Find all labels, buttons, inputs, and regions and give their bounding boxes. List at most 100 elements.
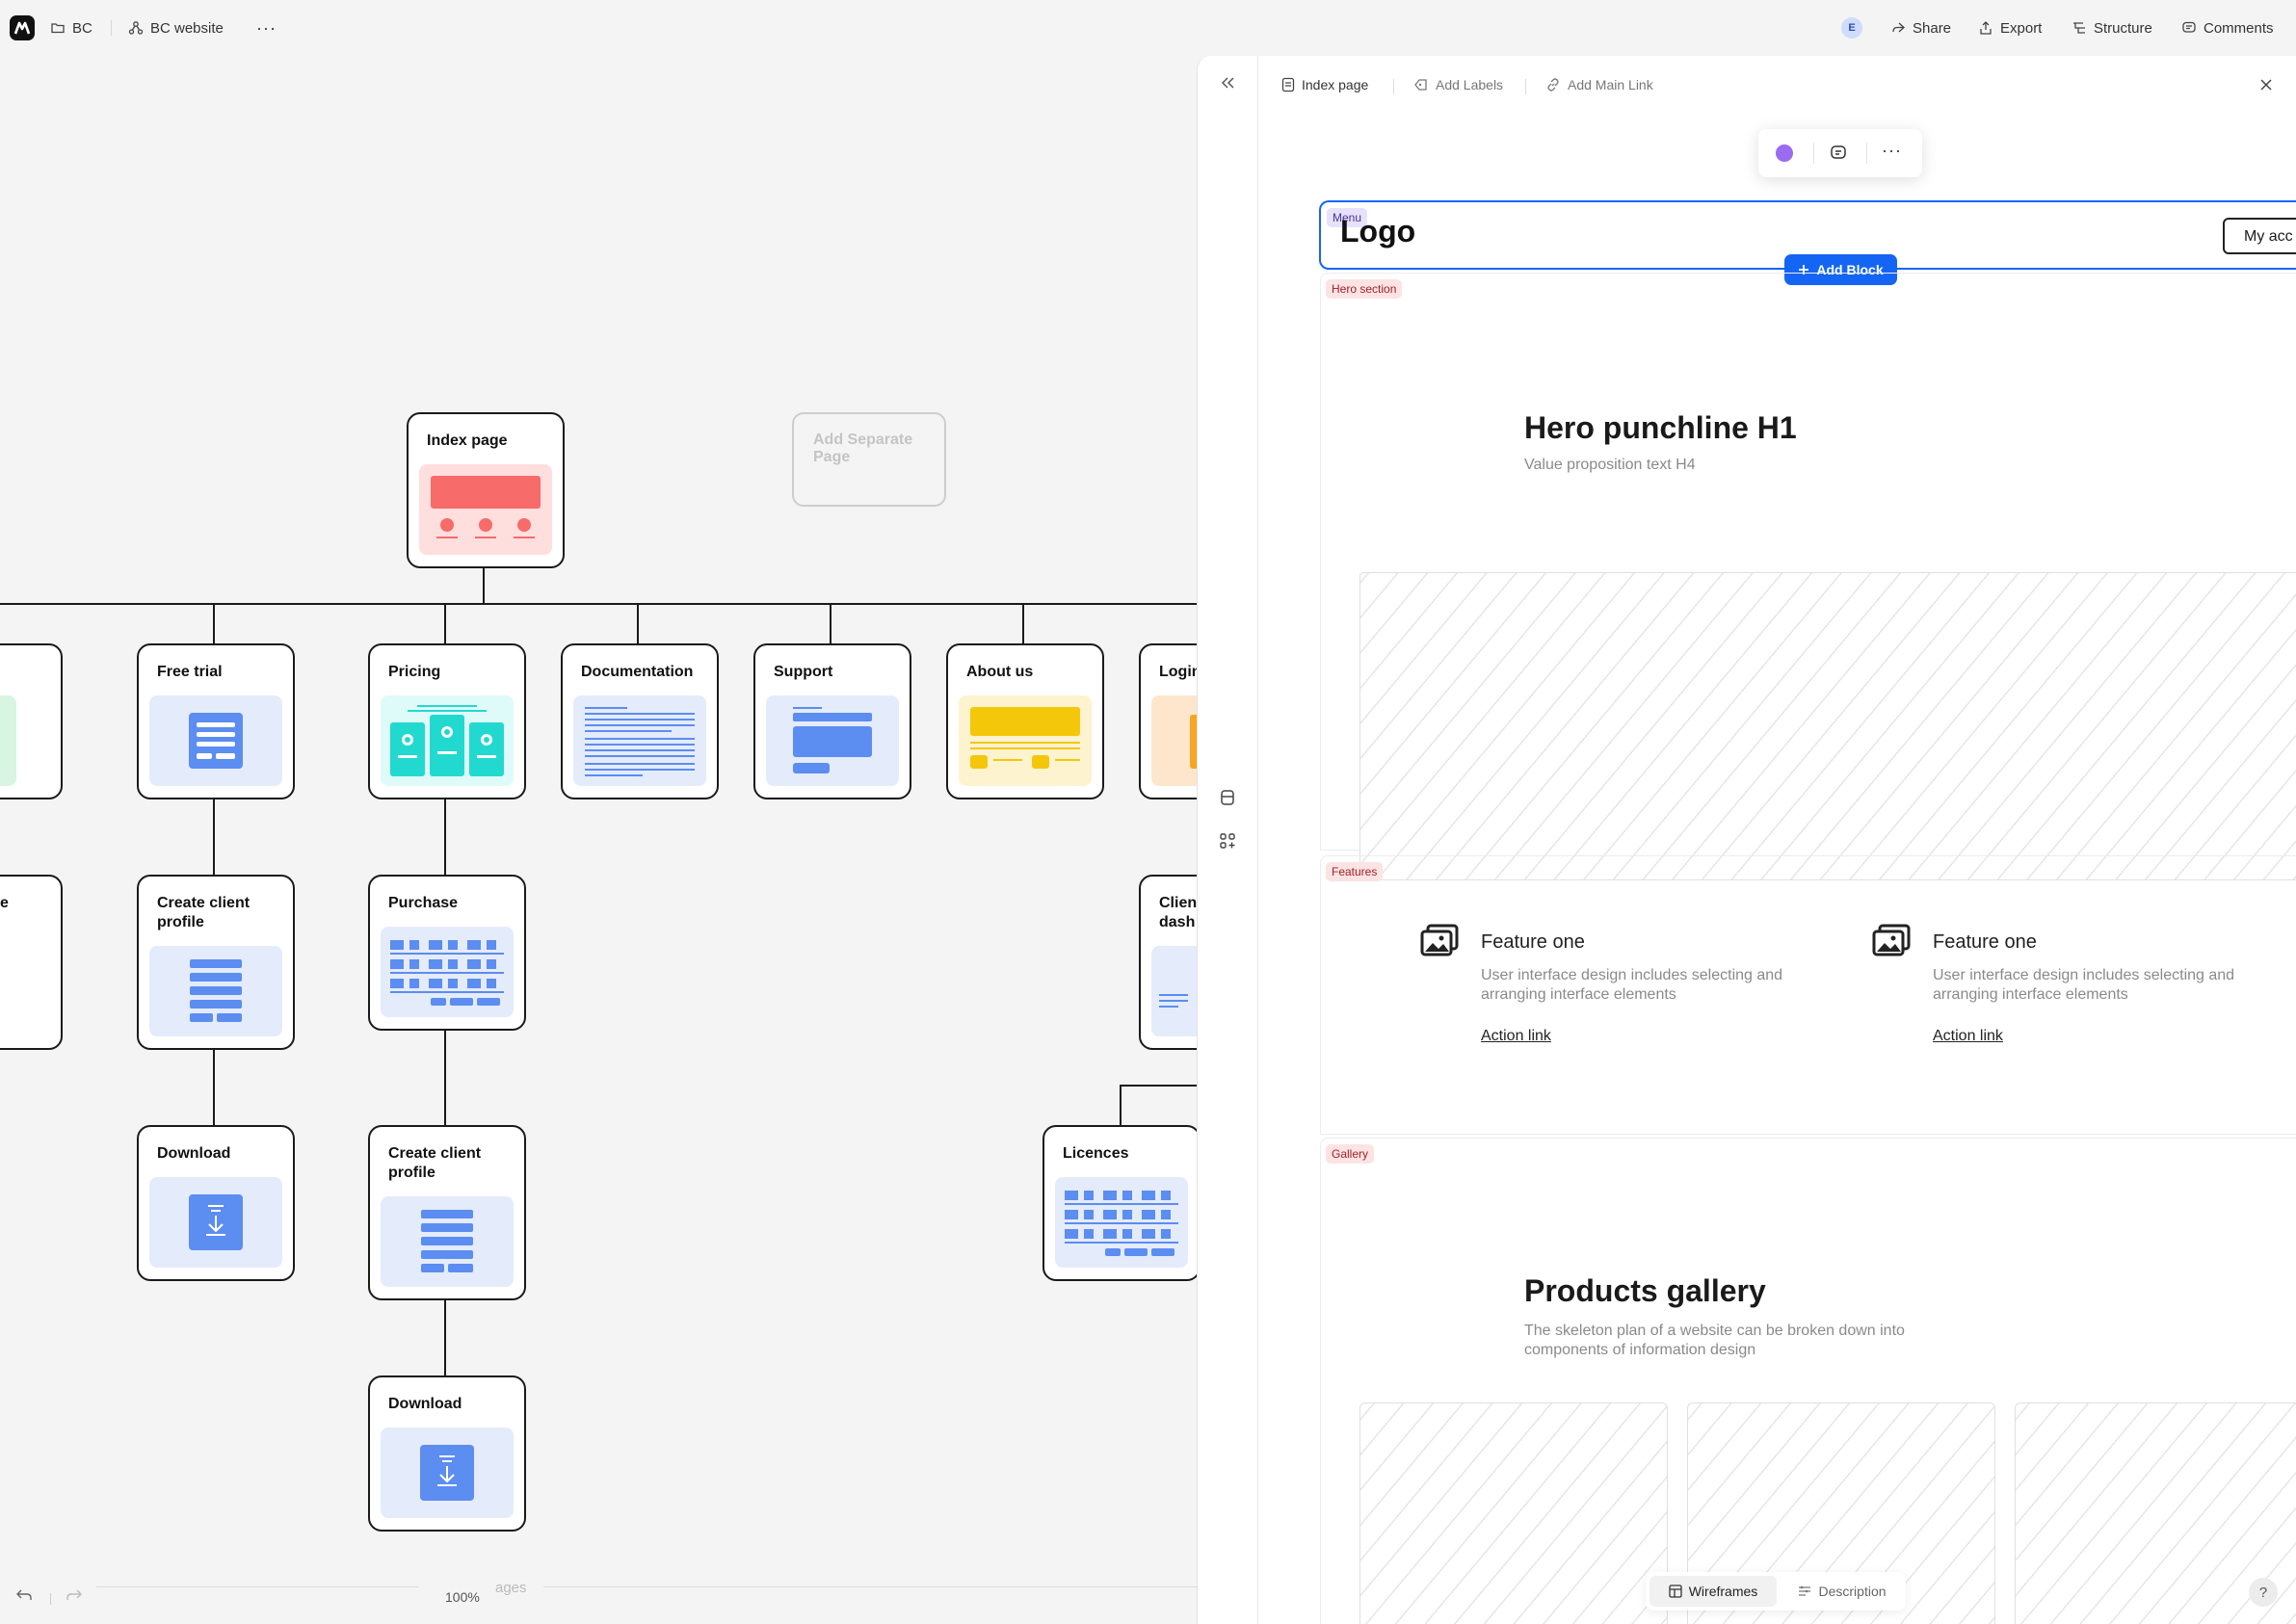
download-thumbnail <box>381 1428 514 1518</box>
redo-button[interactable] <box>66 1587 83 1603</box>
view-switcher: Wireframes Description <box>1646 1572 1906 1611</box>
sitemap-canvas[interactable]: Index page Add Separate Page e Free tria… <box>0 56 1197 1624</box>
redo-icon <box>66 1589 82 1600</box>
block-color-button[interactable] <box>1776 144 1793 162</box>
node-create-client-profile[interactable]: Create client profile <box>368 1125 526 1300</box>
add-main-link-label: Add Main Link <box>1568 77 1653 92</box>
collapse-button[interactable] <box>1219 75 1236 91</box>
login-thumbnail <box>1151 695 1197 786</box>
node-title: Licences <box>1063 1145 1129 1162</box>
node-create-client-profile[interactable]: Create client profile <box>137 875 295 1050</box>
hero-image-placeholder <box>1359 572 2296 880</box>
block-more-button[interactable]: ··· <box>1882 141 1902 161</box>
page-icon <box>1281 77 1295 92</box>
breadcrumb-project[interactable]: BC website <box>128 0 224 56</box>
add-main-link-button[interactable]: Add Main Link <box>1545 77 1653 92</box>
share-icon <box>1892 22 1905 33</box>
description-icon <box>1799 1585 1811 1596</box>
print-button[interactable] <box>1219 789 1236 806</box>
comment-icon <box>2182 21 2196 33</box>
hero-title: Hero punchline H1 <box>1524 410 1797 445</box>
add-widget-button[interactable] <box>1219 832 1236 850</box>
breadcrumb-folder[interactable]: BC <box>50 0 92 56</box>
hero-badge: Hero section <box>1326 279 1403 299</box>
node-licences[interactable]: Licences <box>1042 1125 1197 1281</box>
gallery-badge: Gallery <box>1326 1144 1375 1164</box>
app-logo[interactable] <box>10 0 35 56</box>
node-download[interactable]: Download <box>368 1375 526 1532</box>
tab-index-page[interactable]: Index page <box>1281 77 1368 92</box>
feature-description: User interface design includes selecting… <box>1481 967 1783 1003</box>
gallery-section[interactable]: Gallery Products gallery The skeleton pl… <box>1320 1138 2296 1624</box>
add-labels-button[interactable]: Add Labels <box>1413 77 1503 92</box>
add-widget-icon <box>1220 833 1235 849</box>
export-icon <box>1980 21 1992 35</box>
export-button[interactable]: Export <box>1978 0 2042 56</box>
node-partial-left-2[interactable]: e <box>0 875 63 1050</box>
share-button[interactable]: Share <box>1890 0 1951 56</box>
node-pricing[interactable]: Pricing <box>368 643 526 799</box>
pricing-thumbnail <box>381 695 514 786</box>
comment-block-button[interactable] <box>1830 144 1847 162</box>
structure-button[interactable]: Structure <box>2072 0 2152 56</box>
node-download[interactable]: Download <box>137 1125 295 1281</box>
hero-section[interactable]: Hero section Hero punchline H1 Value pro… <box>1320 273 2296 880</box>
support-thumbnail <box>766 695 899 786</box>
node-login[interactable]: Login <box>1139 643 1197 799</box>
node-title: Free trial <box>157 664 223 680</box>
gallery-description: The skeleton plan of a website can be br… <box>1524 1323 1905 1358</box>
text-thumbnail <box>573 695 706 786</box>
image-icon <box>1420 924 1459 956</box>
feature-action-link[interactable]: Action link <box>1933 1028 2003 1045</box>
undo-icon <box>16 1589 32 1600</box>
folder-icon <box>51 23 65 34</box>
green-thumbnail <box>0 695 16 786</box>
feature-image-icon <box>1872 924 1911 956</box>
add-labels-label: Add Labels <box>1436 77 1504 92</box>
print-icon <box>1221 790 1234 805</box>
my-account-button[interactable]: My acc <box>2223 218 2296 254</box>
link-icon <box>1547 78 1559 92</box>
gallery-image-placeholder <box>1359 1402 1668 1624</box>
node-title: Create client profile <box>388 1145 482 1181</box>
node-title: Index page <box>427 432 508 449</box>
tab-description[interactable]: Description <box>1783 1576 1901 1607</box>
close-icon <box>2260 79 2272 91</box>
help-button[interactable]: ? <box>2249 1578 2278 1607</box>
chat-icon <box>1831 145 1846 159</box>
feature-title: Feature one <box>1933 931 2037 953</box>
node-documentation[interactable]: Documentation <box>561 643 719 799</box>
table-thumbnail <box>1055 1177 1188 1268</box>
share-label: Share <box>1913 19 1952 37</box>
features-section[interactable]: Features Feature one User interface desi… <box>1320 855 2296 1135</box>
close-panel-button[interactable] <box>2258 77 2274 92</box>
avatar-initial: E <box>1841 17 1862 39</box>
project-name: BC website <box>150 19 224 37</box>
table-thumbnail <box>381 927 514 1017</box>
hero-subtitle: Value proposition text H4 <box>1524 457 1696 473</box>
node-partial-left[interactable] <box>0 643 63 799</box>
description-label: Description <box>1818 1584 1887 1599</box>
avatar[interactable]: E <box>1841 0 1862 56</box>
node-title: Login <box>1159 664 1197 680</box>
add-separate-page-button[interactable]: Add Separate Page <box>792 412 946 507</box>
node-title: Client dash <box>1159 895 1197 930</box>
tab-label: Index page <box>1302 77 1369 92</box>
node-client-dashboard[interactable]: Client dash <box>1139 875 1197 1050</box>
node-title: Purchase <box>388 895 459 911</box>
node-about-us[interactable]: About us <box>946 643 1104 799</box>
tab-wireframes[interactable]: Wireframes <box>1649 1576 1777 1607</box>
undo-button[interactable] <box>15 1587 33 1603</box>
node-free-trial[interactable]: Free trial <box>137 643 295 799</box>
node-title: Documentation <box>581 664 694 680</box>
comments-button[interactable]: Comments <box>2181 0 2274 56</box>
node-index-page[interactable]: Index page <box>407 412 565 568</box>
feature-action-link[interactable]: Action link <box>1481 1028 1551 1045</box>
sitemap-icon <box>128 21 144 35</box>
structure-label: Structure <box>2094 19 2152 37</box>
node-title: Pricing <box>388 664 441 680</box>
node-support[interactable]: Support <box>753 643 911 799</box>
more-button[interactable]: ··· <box>256 0 277 56</box>
zoom-level[interactable]: 100% <box>445 1589 480 1605</box>
node-purchase[interactable]: Purchase <box>368 875 526 1031</box>
